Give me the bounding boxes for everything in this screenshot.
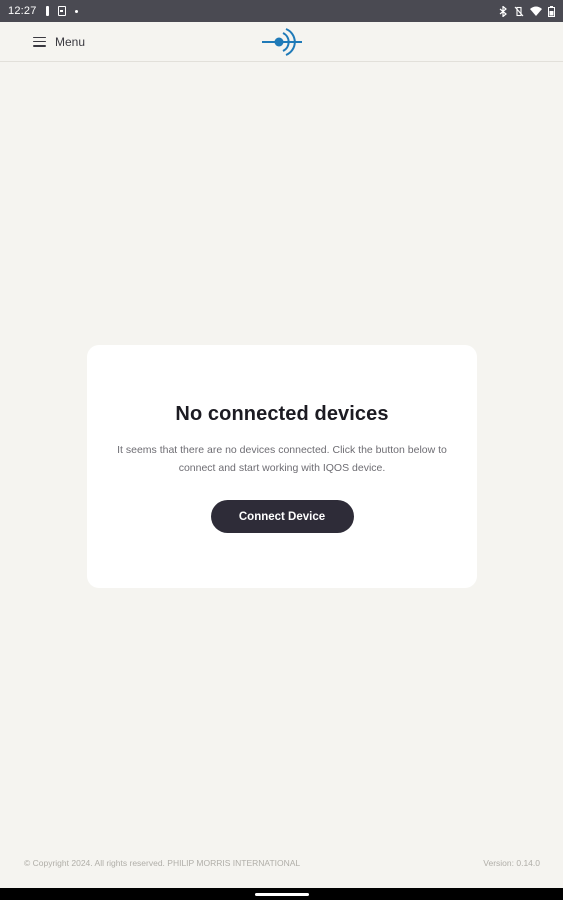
connect-device-button[interactable]: Connect Device — [210, 500, 354, 533]
status-bar: 12:27 — [0, 0, 563, 22]
footer-copyright: © Copyright 2024. All rights reserved. P… — [24, 858, 301, 868]
hamburger-icon — [33, 36, 46, 47]
status-left: 12:27 — [8, 5, 78, 17]
home-handle[interactable] — [255, 893, 309, 896]
navigation-bar — [0, 888, 563, 900]
app-logo-icon — [262, 28, 302, 56]
status-right — [499, 5, 555, 17]
footer: © Copyright 2024. All rights reserved. P… — [0, 858, 563, 870]
sim-card-icon — [57, 6, 66, 16]
menu-label: Menu — [55, 34, 86, 49]
wifi-icon — [530, 6, 542, 16]
bluetooth-icon — [499, 5, 507, 17]
app-header: Menu — [0, 22, 563, 62]
card-title: No connected devices — [175, 403, 389, 425]
battery-icon — [548, 5, 555, 17]
more-notifications-icon — [74, 9, 78, 13]
notification-icon — [45, 6, 49, 16]
status-time: 12:27 — [8, 5, 37, 17]
menu-button[interactable]: Menu — [33, 35, 85, 49]
footer-version: Version: 0.14.0 — [483, 858, 540, 868]
card-description: It seems that there are no devices conne… — [117, 444, 447, 474]
no-devices-card: No connected devices It seems that there… — [87, 345, 477, 588]
vibrate-off-icon — [514, 6, 524, 16]
